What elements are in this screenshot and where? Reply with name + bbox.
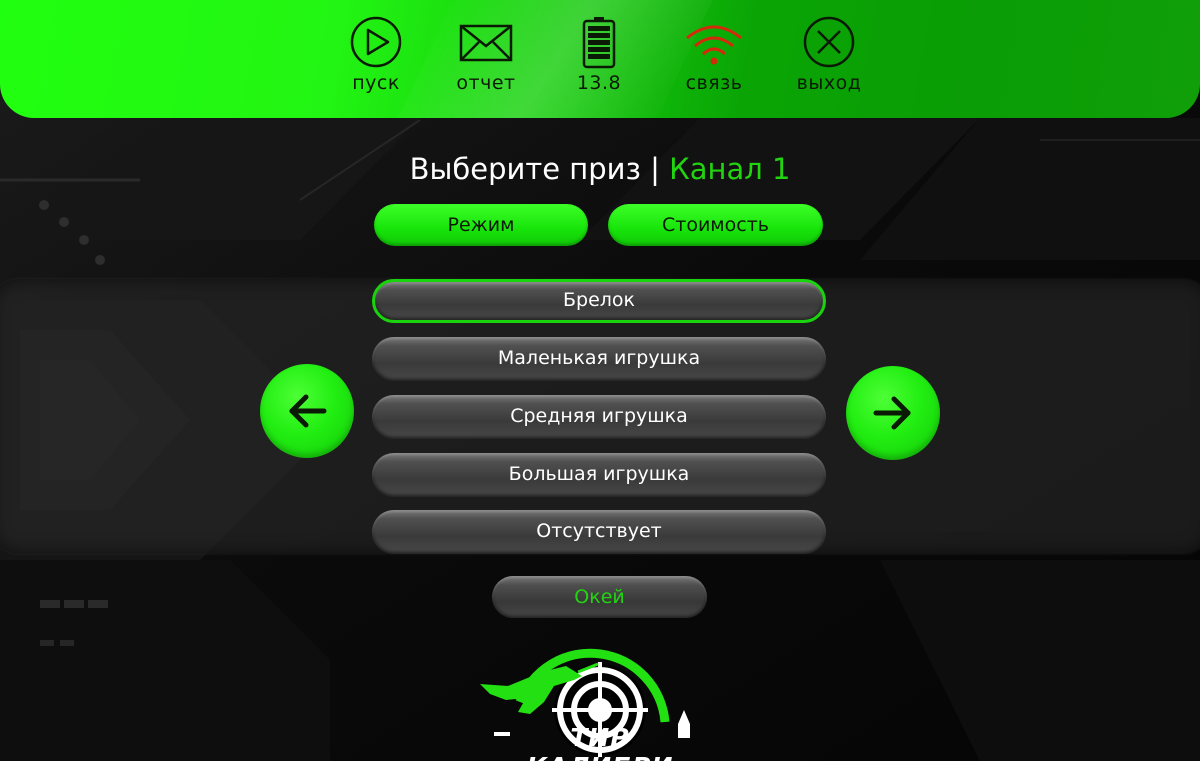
- report-label: отчет: [456, 72, 516, 94]
- wifi-icon: [686, 25, 742, 65]
- exit-label: выход: [796, 72, 862, 94]
- close-circle-icon: [803, 16, 855, 68]
- previous-button[interactable]: [260, 364, 354, 458]
- battery-voltage: 13.8: [576, 72, 622, 94]
- top-toolbar: пуск отчет 13.8 связь выход: [0, 0, 1200, 118]
- start-button[interactable]: пуск: [321, 14, 431, 94]
- exit-button[interactable]: выход: [774, 14, 884, 94]
- mail-icon: [459, 24, 513, 62]
- next-button[interactable]: [846, 366, 940, 460]
- arrow-left-icon: [289, 394, 327, 428]
- connection-label: связь: [685, 72, 743, 94]
- play-icon: [350, 16, 402, 68]
- battery-icon: [582, 17, 616, 69]
- page-title: Выберите приз | Канал 1: [0, 152, 1200, 186]
- prize-option-none[interactable]: Отсутствует: [372, 510, 826, 554]
- title-main: Выберите приз |: [409, 152, 670, 186]
- channel-label: Канал 1: [669, 152, 791, 186]
- mode-button[interactable]: Режим: [374, 204, 588, 246]
- ok-button[interactable]: Окей: [492, 576, 707, 618]
- prize-option-keychain[interactable]: Брелок: [372, 279, 826, 323]
- logo-text: ТИР КАЛИБРИ: [527, 723, 673, 761]
- cost-button[interactable]: Стоимость: [608, 204, 823, 246]
- battery-status: 13.8: [544, 14, 654, 94]
- arrow-right-icon: [873, 396, 911, 430]
- prize-option-small-toy[interactable]: Маленькая игрушка: [372, 337, 826, 381]
- start-label: пуск: [352, 72, 400, 94]
- connection-button[interactable]: связь: [659, 14, 769, 94]
- report-button[interactable]: отчет: [431, 14, 541, 94]
- prize-option-large-toy[interactable]: Большая игрушка: [372, 453, 826, 497]
- prize-option-medium-toy[interactable]: Средняя игрушка: [372, 395, 826, 439]
